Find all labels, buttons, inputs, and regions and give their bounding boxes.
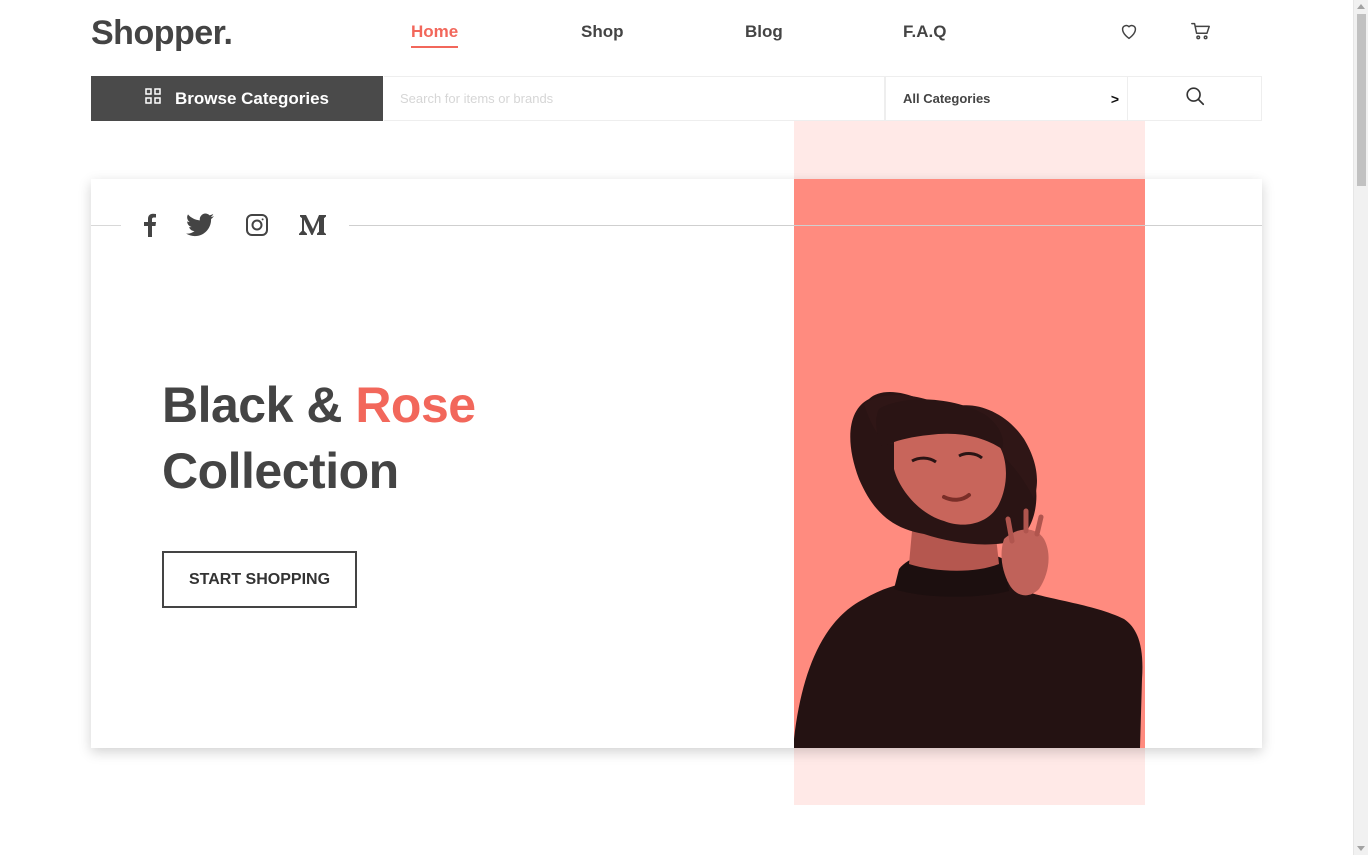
nav-item-faq[interactable]: F.A.Q: [903, 22, 946, 42]
chevron-right-icon: >: [1110, 90, 1119, 107]
hero-model-image: [794, 179, 1145, 748]
twitter-icon[interactable]: [185, 210, 215, 240]
nav-item-shop[interactable]: Shop: [581, 22, 624, 42]
cart-icon[interactable]: [1190, 20, 1212, 42]
hero-title-part1: Black &: [162, 377, 356, 433]
start-shopping-button[interactable]: START SHOPPING: [162, 551, 357, 608]
grid-icon: [145, 88, 161, 109]
category-select[interactable]: All Categories >: [885, 76, 1128, 121]
page-scrollbar[interactable]: [1353, 0, 1368, 855]
nav-item-home[interactable]: Home: [411, 22, 459, 48]
hero-title-part2: Collection: [162, 443, 399, 499]
instagram-icon[interactable]: [244, 210, 270, 240]
nav-item-blog[interactable]: Blog: [745, 22, 783, 42]
social-divider-right: [349, 225, 1262, 226]
facebook-icon[interactable]: [140, 210, 160, 240]
category-select-value: All Categories: [903, 91, 991, 106]
browse-categories-label: Browse Categories: [175, 88, 329, 108]
hero-title-accent: Rose: [355, 377, 476, 433]
search-input[interactable]: [384, 76, 885, 121]
search-button[interactable]: [1128, 76, 1262, 121]
browse-categories-button[interactable]: Browse Categories: [91, 76, 383, 121]
search-icon: [1184, 85, 1206, 112]
social-divider-left: [91, 225, 121, 226]
heart-icon[interactable]: [1118, 20, 1140, 42]
medium-icon[interactable]: [298, 210, 328, 240]
scroll-down-arrow-icon[interactable]: [1357, 846, 1365, 851]
hero-headline: Black & Rose Collection: [162, 372, 476, 504]
site-logo[interactable]: Shopper.: [91, 14, 233, 53]
scrollbar-thumb[interactable]: [1357, 14, 1366, 186]
scroll-up-arrow-icon[interactable]: [1357, 4, 1365, 9]
